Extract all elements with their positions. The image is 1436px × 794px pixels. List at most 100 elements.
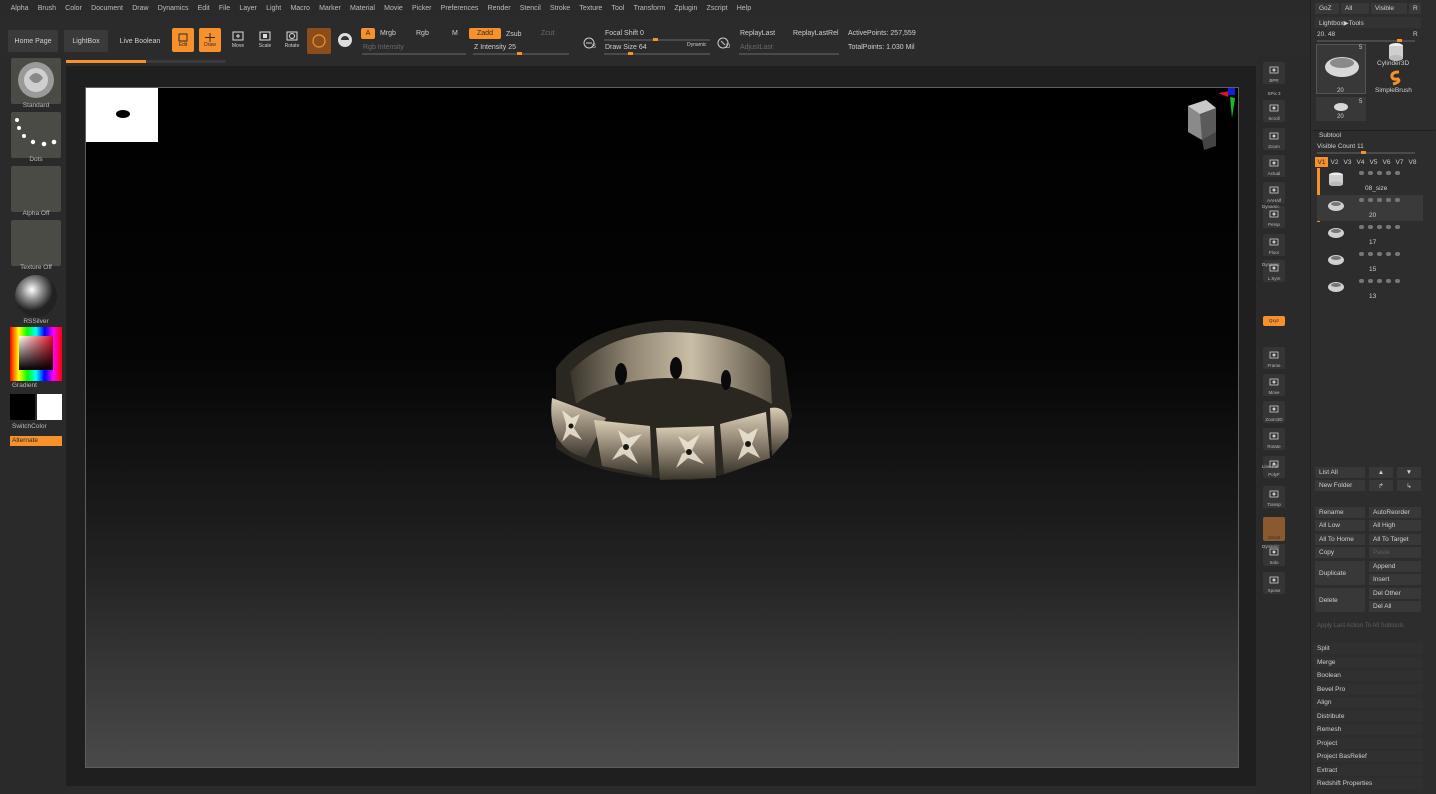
- subtool-row[interactable]: 20: [1317, 195, 1423, 221]
- mrgb-toggle[interactable]: Mrgb: [380, 30, 396, 37]
- color-square[interactable]: [19, 336, 53, 370]
- lock-toggle-icon[interactable]: [1377, 252, 1382, 256]
- a-toggle[interactable]: A: [361, 28, 375, 39]
- live-boolean-button[interactable]: Live Boolean: [114, 30, 166, 52]
- orientation-head-icon[interactable]: [1180, 88, 1239, 152]
- m-toggle[interactable]: M: [452, 30, 458, 37]
- menu-layer[interactable]: Layer: [239, 5, 257, 12]
- draw-button[interactable]: Draw: [199, 28, 221, 52]
- edit-button[interactable]: Edit: [172, 28, 194, 52]
- draw-size-knob[interactable]: [628, 52, 633, 55]
- simplebrush-icon[interactable]: [1387, 70, 1403, 86]
- del-other-button[interactable]: Del Other: [1369, 588, 1421, 599]
- polypaint-toggle-icon[interactable]: [1368, 279, 1373, 283]
- menu-zscript[interactable]: Zscript: [707, 5, 728, 12]
- tool-zoom-value[interactable]: 20. 48: [1317, 31, 1335, 38]
- goz-button[interactable]: GoZ: [1315, 3, 1339, 14]
- append-button[interactable]: Append: [1369, 561, 1421, 572]
- menu-preferences[interactable]: Preferences: [441, 5, 479, 12]
- rgb-intensity-slider[interactable]: Rgb Intensity: [363, 44, 404, 51]
- home-page-button[interactable]: Home Page: [8, 30, 58, 52]
- alpha-tile[interactable]: [11, 166, 61, 212]
- d-button[interactable]: [713, 32, 735, 54]
- version-tab-v4[interactable]: V4: [1354, 157, 1367, 167]
- subtool-row[interactable]: 13: [1317, 276, 1423, 302]
- visibility-toggle-icon[interactable]: [1395, 225, 1400, 229]
- material-tile[interactable]: [11, 274, 61, 320]
- alternate-button[interactable]: Alternate: [10, 436, 62, 446]
- version-tab-v2[interactable]: V2: [1328, 157, 1341, 167]
- brush-toggle-icon[interactable]: [1386, 198, 1391, 202]
- polypaint-toggle-icon[interactable]: [1368, 171, 1373, 175]
- version-tab-v7[interactable]: V7: [1393, 157, 1406, 167]
- menu-edit[interactable]: Edit: [198, 5, 210, 12]
- section-remesh[interactable]: Remesh: [1313, 724, 1423, 735]
- version-tab-v8[interactable]: V8: [1406, 157, 1419, 167]
- polypaint-toggle-icon[interactable]: [1368, 198, 1373, 202]
- spix-shelf-button[interactable]: SPix 3: [1263, 87, 1285, 97]
- menu-alpha[interactable]: Alpha: [11, 5, 29, 12]
- copy-button[interactable]: Copy: [1315, 547, 1365, 558]
- subtool-header[interactable]: Subtool: [1319, 132, 1341, 139]
- all-to-target-button[interactable]: All To Target: [1369, 534, 1421, 545]
- rgb-toggle[interactable]: Rgb: [416, 30, 429, 37]
- dynamic3-label[interactable]: Dynamic: [1262, 544, 1280, 549]
- menu-file[interactable]: File: [219, 5, 230, 12]
- cylinder3d-label[interactable]: Cylinder3D: [1377, 60, 1409, 67]
- adjust-last-slider[interactable]: AdjustLast: [740, 44, 773, 51]
- section-boolean[interactable]: Boolean: [1313, 670, 1423, 681]
- section-project[interactable]: Project: [1313, 737, 1423, 749]
- section-distribute[interactable]: Distribute: [1313, 710, 1423, 722]
- new-folder-button[interactable]: New Folder: [1315, 480, 1365, 491]
- visibility-toggle-icon[interactable]: [1395, 252, 1400, 256]
- subtool-row[interactable]: 15: [1317, 249, 1423, 275]
- subtool-row[interactable]: 08_size: [1317, 168, 1423, 194]
- move-down-button[interactable]: ▼: [1397, 467, 1421, 478]
- lock-toggle-icon[interactable]: [1377, 171, 1382, 175]
- eye-toggle-icon[interactable]: [1359, 171, 1364, 175]
- bpr-shelf-button[interactable]: BPR: [1263, 62, 1285, 84]
- r-button[interactable]: R: [1409, 3, 1421, 14]
- menu-macro[interactable]: Macro: [290, 5, 309, 12]
- replay-last-rel-button[interactable]: ReplayLastRel: [793, 30, 839, 37]
- menu-transform[interactable]: Transform: [634, 5, 666, 12]
- s-lazymouse-button[interactable]: [579, 32, 601, 54]
- autoreorder-button[interactable]: AutoReorder: [1369, 507, 1421, 518]
- texture-tile[interactable]: [11, 220, 61, 266]
- frame-shelf-button[interactable]: Frame: [1263, 347, 1285, 369]
- rename-button[interactable]: Rename: [1315, 507, 1365, 518]
- aahalf-shelf-button[interactable]: AAHalf: [1263, 182, 1285, 204]
- dynamic-label[interactable]: Dynamic: [687, 42, 706, 48]
- gradient-label[interactable]: Gradient: [12, 382, 37, 389]
- subtool-row[interactable]: 17: [1317, 222, 1423, 248]
- version-tab-v5[interactable]: V5: [1367, 157, 1380, 167]
- material-sphere-button[interactable]: [335, 30, 355, 50]
- folder-in-button[interactable]: ↱: [1369, 480, 1393, 491]
- main-color-swatch[interactable]: [10, 394, 35, 420]
- insert-button[interactable]: Insert: [1369, 574, 1421, 585]
- ring-model[interactable]: [526, 308, 806, 498]
- list-all-button[interactable]: List All: [1315, 467, 1365, 478]
- section-split[interactable]: Split: [1313, 643, 1423, 654]
- xpose-shelf-button[interactable]: Xpose: [1263, 572, 1285, 594]
- version-tab-v1[interactable]: V1: [1315, 157, 1328, 167]
- polypaint-toggle-icon[interactable]: [1368, 225, 1373, 229]
- lightbox-tools-button[interactable]: Lightbox▶Tools: [1315, 17, 1421, 28]
- secondary-color-swatch[interactable]: [37, 394, 62, 420]
- all-to-home-button[interactable]: All To Home: [1315, 534, 1365, 545]
- section-bevel-pro[interactable]: Bevel Pro: [1313, 683, 1423, 695]
- stroke-tile[interactable]: [11, 112, 61, 158]
- focal-shift-slider[interactable]: Focal Shift 0: [605, 30, 644, 37]
- xyz-shelf-button[interactable]: Qxyz: [1263, 316, 1285, 326]
- version-tab-v3[interactable]: V3: [1341, 157, 1354, 167]
- delete-button[interactable]: Delete: [1315, 588, 1365, 612]
- brush-preview-button[interactable]: [307, 28, 331, 54]
- brush-toggle-icon[interactable]: [1386, 225, 1391, 229]
- polypaint-toggle-icon[interactable]: [1368, 252, 1373, 256]
- section-redshift-properties[interactable]: Redshift Properties: [1313, 778, 1423, 789]
- eye-toggle-icon[interactable]: [1359, 279, 1364, 283]
- del-all-button[interactable]: Del All: [1369, 601, 1421, 612]
- menu-movie[interactable]: Movie: [384, 5, 403, 12]
- switchcolor-button[interactable]: SwitchColor: [12, 423, 47, 430]
- section-extract[interactable]: Extract: [1313, 764, 1423, 776]
